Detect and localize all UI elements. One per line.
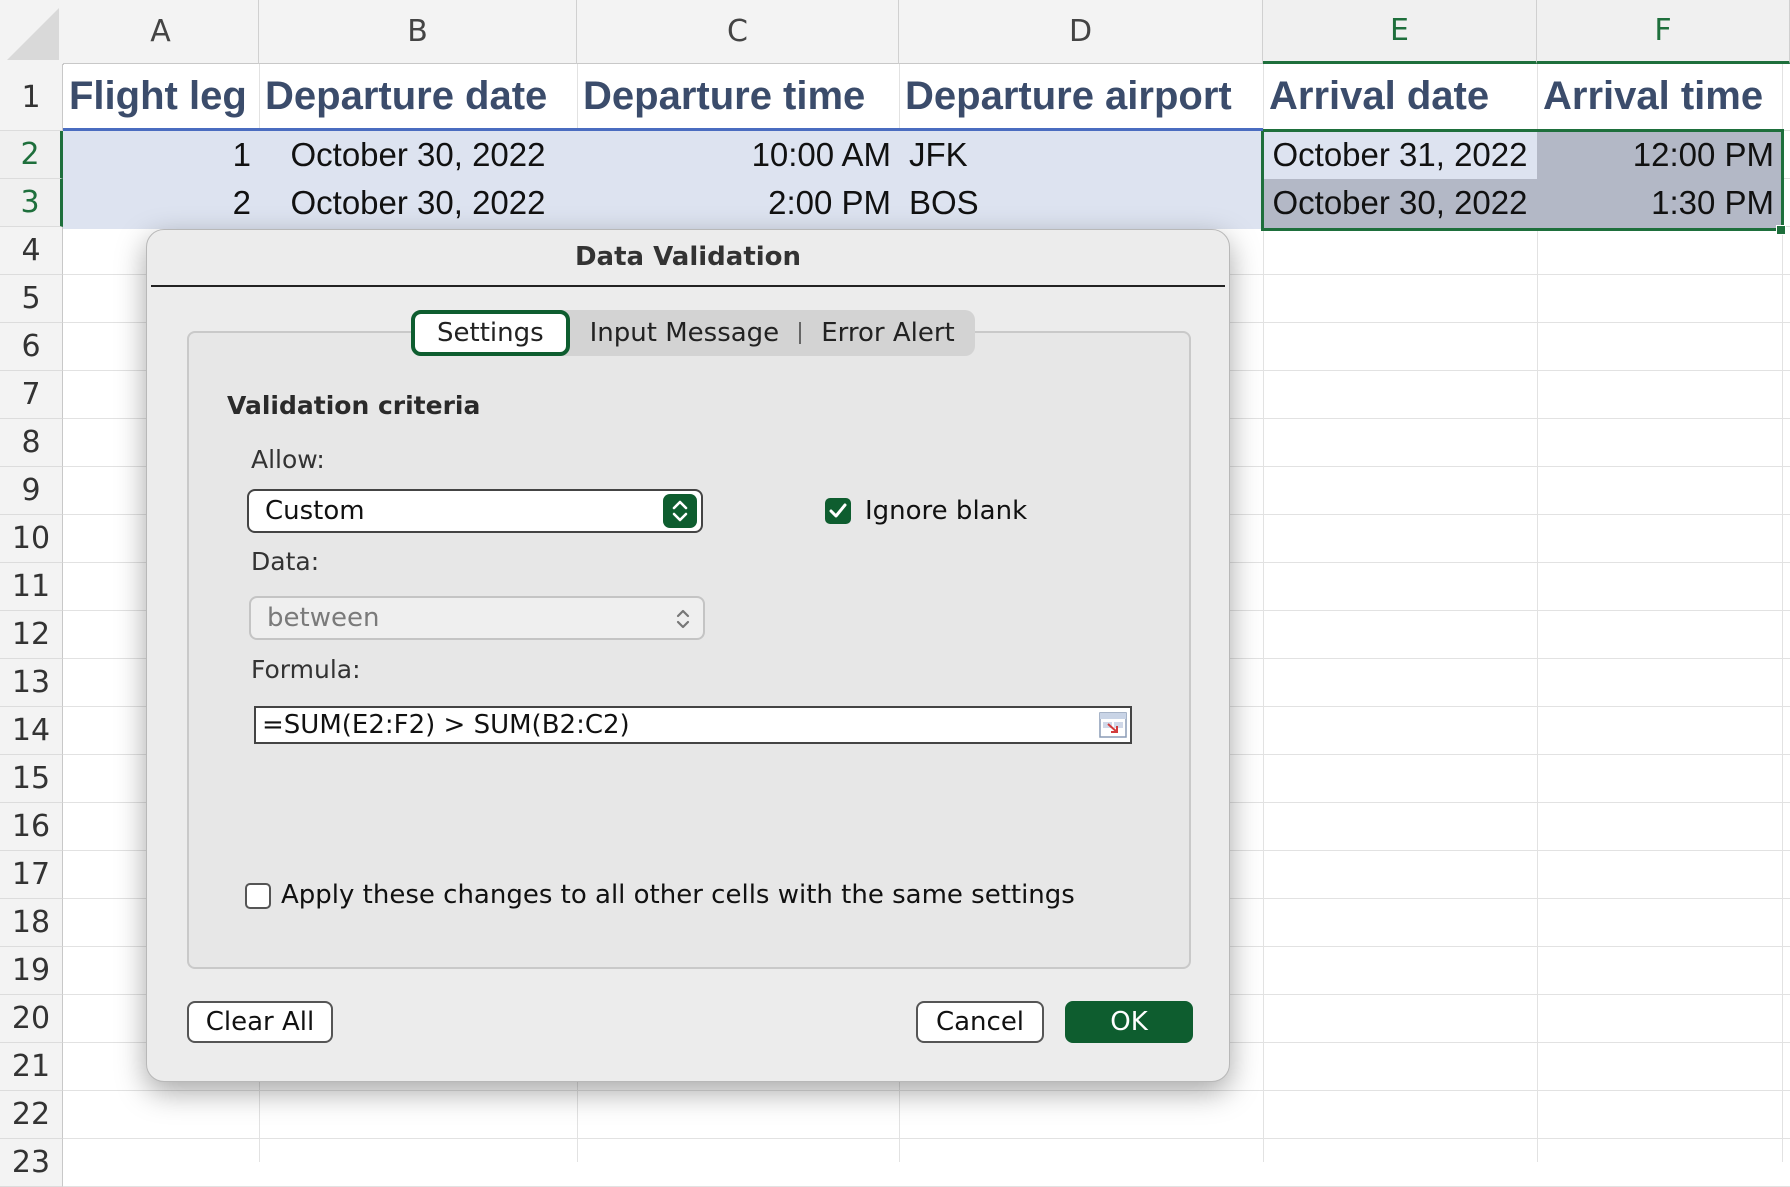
clear-all-button[interactable]: Clear All	[187, 1001, 333, 1043]
checkmark-icon	[829, 503, 847, 518]
data-select[interactable]: between	[249, 596, 705, 640]
validation-criteria-heading: Validation criteria	[227, 391, 481, 420]
data-select-value: between	[267, 603, 380, 633]
cell-c2[interactable]: 10:00 AM	[577, 131, 899, 179]
select-chevron-icon	[671, 604, 695, 634]
cell-e2[interactable]: October 31, 2022	[1263, 131, 1537, 179]
column-header-a[interactable]: A	[63, 0, 259, 64]
tab-settings[interactable]: Settings	[411, 310, 570, 356]
select-stepper-icon	[663, 494, 697, 528]
row-header-15[interactable]: 15	[0, 755, 63, 803]
cancel-button[interactable]: Cancel	[916, 1001, 1044, 1043]
allow-select[interactable]: Custom	[247, 489, 703, 533]
apply-all-checkbox[interactable]	[245, 883, 271, 909]
row-header-8[interactable]: 8	[0, 419, 63, 467]
allow-select-value: Custom	[265, 496, 365, 526]
row-header-2[interactable]: 2	[0, 131, 63, 179]
data-label: Data:	[251, 547, 320, 576]
row-header-1[interactable]: 1	[0, 64, 63, 131]
row-header-13[interactable]: 13	[0, 659, 63, 707]
row-header-9[interactable]: 9	[0, 467, 63, 515]
cell-e3[interactable]: October 30, 2022	[1263, 179, 1537, 227]
settings-panel: Validation criteria Allow: Custom Ignore…	[187, 331, 1191, 969]
collapse-dialog-icon[interactable]	[1099, 712, 1127, 738]
row-header-14[interactable]: 14	[0, 707, 63, 755]
row-header-21[interactable]: 21	[0, 1043, 63, 1091]
column-header-f[interactable]: F	[1537, 0, 1790, 64]
ignore-blank-checkbox[interactable]	[825, 498, 851, 524]
row-header-12[interactable]: 12	[0, 611, 63, 659]
row-gridline	[63, 1090, 1790, 1091]
ignore-blank-label: Ignore blank	[865, 496, 1028, 526]
cell-d3[interactable]: BOS	[899, 179, 1263, 227]
formula-label: Formula:	[251, 655, 361, 684]
row-header-5[interactable]: 5	[0, 275, 63, 323]
cell-e1[interactable]: Arrival date	[1263, 64, 1537, 128]
cell-d2[interactable]: JFK	[899, 131, 1263, 179]
tab-error-alert[interactable]: Error Alert	[801, 312, 975, 354]
row-header-3[interactable]: 3	[0, 179, 63, 227]
row-header-10[interactable]: 10	[0, 515, 63, 563]
cell-a2[interactable]: 1	[63, 131, 259, 179]
cell-c1[interactable]: Departure time	[577, 64, 899, 128]
row-header-16[interactable]: 16	[0, 803, 63, 851]
apply-all-label: Apply these changes to all other cells w…	[281, 880, 1075, 910]
select-all-corner[interactable]	[0, 0, 64, 65]
cell-b2[interactable]: October 30, 2022	[259, 131, 577, 179]
cell-f1[interactable]: Arrival time	[1537, 64, 1782, 128]
row-header-7[interactable]: 7	[0, 371, 63, 419]
row-header-11[interactable]: 11	[0, 563, 63, 611]
row-header-17[interactable]: 17	[0, 851, 63, 899]
dialog-title: Data Validation	[574, 242, 802, 272]
dialog-tab-bar: Settings Input Message Error Alert	[411, 310, 975, 356]
row-header-22[interactable]: 22	[0, 1091, 63, 1139]
data-validation-dialog: Data Validation Validation criteria Allo…	[146, 229, 1230, 1082]
title-divider	[151, 285, 1225, 287]
select-all-triangle	[7, 8, 59, 60]
column-header-b[interactable]: B	[259, 0, 577, 64]
allow-label: Allow:	[251, 445, 325, 474]
row-header-18[interactable]: 18	[0, 899, 63, 947]
ok-button[interactable]: OK	[1065, 1001, 1193, 1043]
cell-a1[interactable]: Flight leg	[63, 64, 263, 128]
column-header-e[interactable]: E	[1263, 0, 1537, 64]
row-header-23[interactable]: 23	[0, 1139, 63, 1187]
formula-text: =SUM(E2:F2) > SUM(B2:C2)	[262, 710, 630, 740]
tab-input-message[interactable]: Input Message	[570, 312, 800, 354]
cell-f3[interactable]: 1:30 PM	[1537, 179, 1782, 227]
row-header-6[interactable]: 6	[0, 323, 63, 371]
cell-b1[interactable]: Departure date	[259, 64, 577, 128]
row-header-20[interactable]: 20	[0, 995, 63, 1043]
cell-d1[interactable]: Departure airport	[899, 64, 1263, 128]
row-gridline	[63, 1138, 1790, 1139]
cell-a3[interactable]: 2	[63, 179, 259, 227]
cell-b3[interactable]: October 30, 2022	[259, 179, 577, 227]
cell-c3[interactable]: 2:00 PM	[577, 179, 899, 227]
row-header-4[interactable]: 4	[0, 227, 63, 275]
row-header-19[interactable]: 19	[0, 947, 63, 995]
column-header-c[interactable]: C	[577, 0, 899, 64]
column-header-d[interactable]: D	[899, 0, 1263, 64]
cell-f2[interactable]: 12:00 PM	[1537, 131, 1782, 179]
formula-input[interactable]: =SUM(E2:F2) > SUM(B2:C2)	[254, 706, 1132, 744]
